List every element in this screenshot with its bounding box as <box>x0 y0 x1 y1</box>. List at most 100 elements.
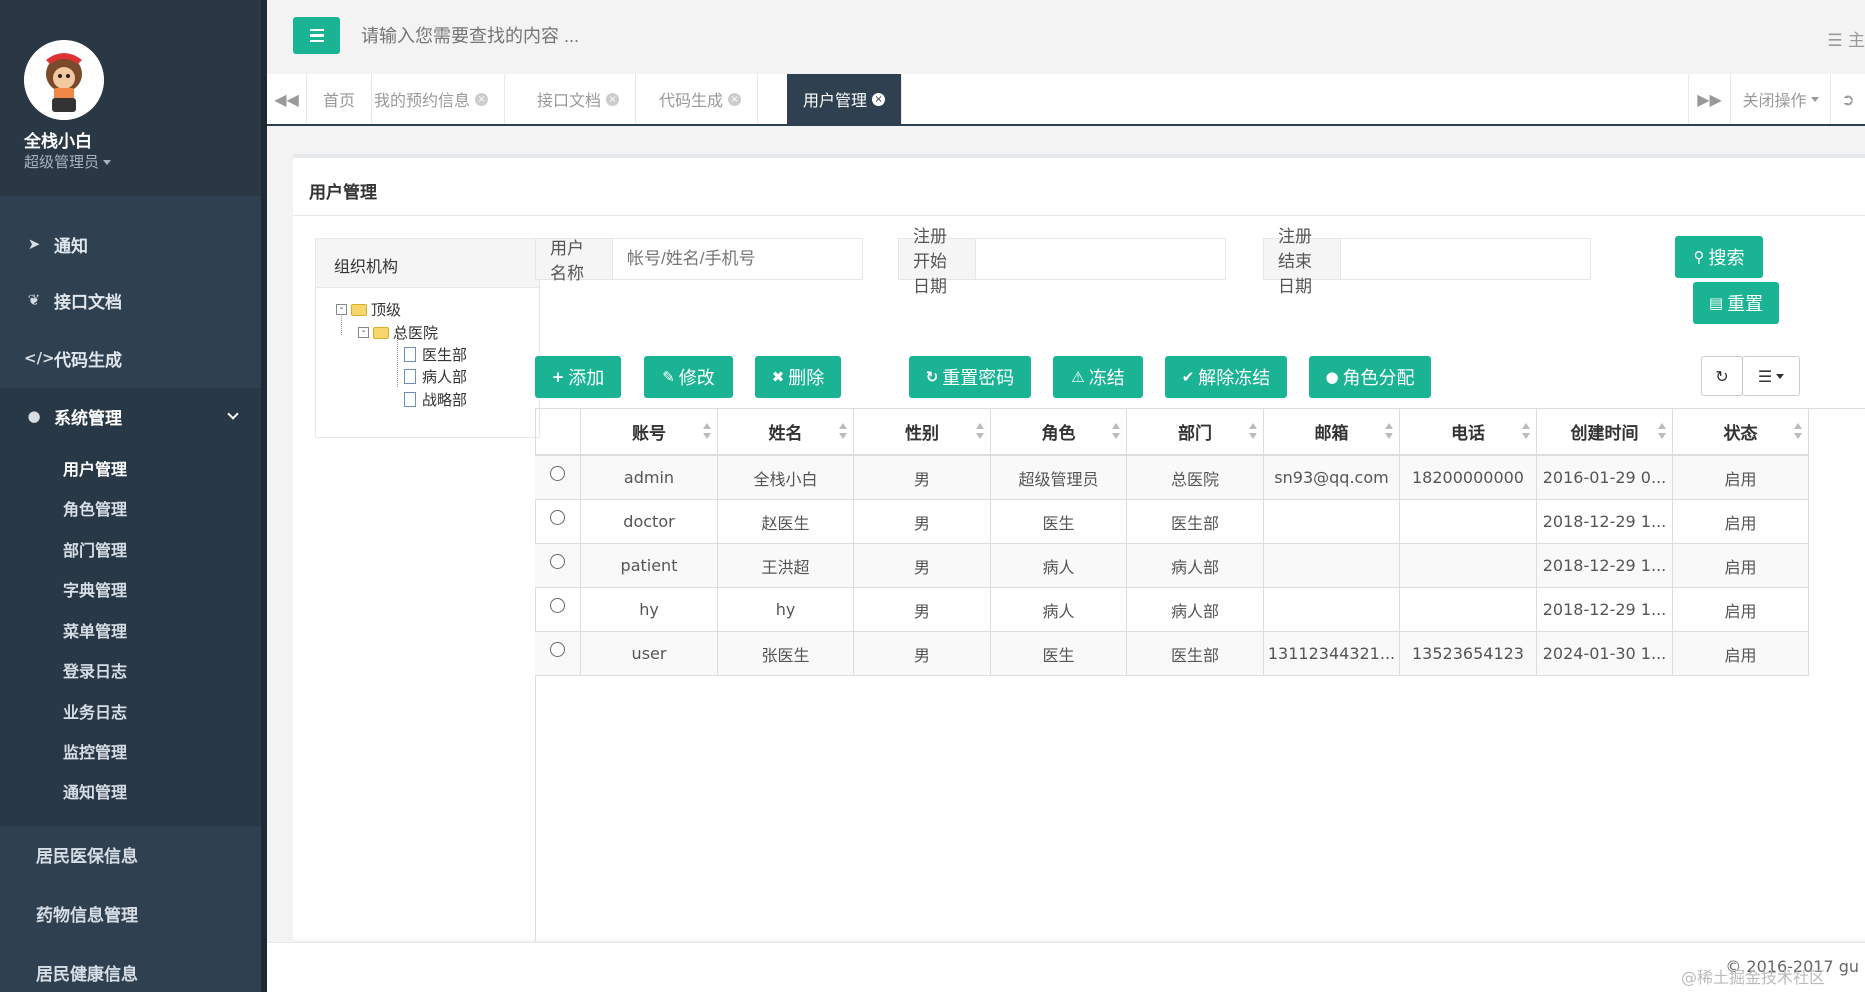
table-header-role[interactable]: 角色 <box>991 408 1127 456</box>
table-cell <box>1264 544 1400 588</box>
subnav-business-log[interactable]: 业务日志 <box>63 699 127 723</box>
table-header-name[interactable]: 姓名 <box>718 408 854 456</box>
row-radio[interactable] <box>550 598 565 613</box>
table-cell: 病人 <box>991 544 1127 588</box>
monkey-avatar-icon <box>24 40 104 120</box>
subnav-role-mgmt[interactable]: 角色管理 <box>63 496 127 520</box>
end-date-filter: 注册结束日期 <box>1263 227 1591 297</box>
table-cell <box>1400 500 1537 544</box>
row-select-cell <box>535 544 581 588</box>
table-cell: 2018-12-29 1... <box>1537 544 1673 588</box>
sort-icon <box>1249 423 1257 441</box>
tab-api-docs[interactable]: 接口文档 × <box>521 74 637 124</box>
tab-user-mgmt[interactable]: 用户管理 × <box>787 74 903 124</box>
columns-toggle-button[interactable]: ☰ <box>1742 356 1800 396</box>
delete-button[interactable]: ✖ 删除 <box>755 356 841 398</box>
edit-label: 修改 <box>678 368 715 389</box>
edit-button[interactable]: ✎ 修改 <box>644 356 733 398</box>
tab-scroll-right-button[interactable]: ▶▶ <box>1688 74 1730 124</box>
sort-icon <box>1385 423 1393 441</box>
nav-item-label: 系统管理 <box>54 408 122 429</box>
username-input[interactable] <box>613 239 862 279</box>
top-right-menu[interactable]: ☰ 主 <box>1827 26 1865 51</box>
table-header-dept[interactable]: 部门 <box>1127 408 1264 456</box>
tab-my-appointments[interactable]: 我的预约信息 × <box>358 74 506 124</box>
top-search-input[interactable] <box>361 26 961 47</box>
subnav-dept-mgmt[interactable]: 部门管理 <box>63 537 127 561</box>
nav-item-health-info[interactable]: 居民健康信息 <box>36 960 138 985</box>
nav-item-system[interactable]: ● 系统管理 <box>0 388 261 444</box>
user-lock-icon: ● <box>1325 368 1339 386</box>
close-icon[interactable]: × <box>872 92 886 106</box>
tab-code-gen[interactable]: 代码生成 × <box>643 74 759 124</box>
table-cell: 男 <box>854 456 991 500</box>
row-radio[interactable] <box>550 466 565 481</box>
table-cell: 13112344321... <box>1264 632 1400 676</box>
refresh-table-button[interactable]: ↻ <box>1701 356 1743 396</box>
assign-role-button[interactable]: ● 角色分配 <box>1309 356 1431 398</box>
logout-button[interactable]: ➲ <box>1830 74 1865 124</box>
table-cell: doctor <box>581 500 718 544</box>
menu-toggle-button[interactable] <box>293 17 340 54</box>
table-header-created[interactable]: 创建时间 <box>1537 408 1673 456</box>
nav-item-medical-insurance[interactable]: 居民医保信息 <box>36 842 138 867</box>
close-icon[interactable]: × <box>475 92 489 106</box>
row-radio[interactable] <box>550 554 565 569</box>
folder-open-icon <box>351 303 367 316</box>
close-icon[interactable]: × <box>728 92 742 106</box>
nav-item-api-docs[interactable]: ❦ 接口文档 <box>0 272 261 328</box>
table-header-email[interactable]: 邮箱 <box>1264 408 1400 456</box>
nav-item-code-gen[interactable]: </> 代码生成 <box>0 330 261 386</box>
close-icon[interactable]: × <box>606 92 620 106</box>
subnav-user-mgmt[interactable]: 用户管理 <box>63 456 127 480</box>
start-date-input[interactable] <box>976 239 1225 279</box>
collapse-icon[interactable]: - <box>358 327 369 338</box>
end-date-input[interactable] <box>1341 239 1590 279</box>
table-header-status[interactable]: 状态 <box>1673 408 1809 456</box>
profile-role-dropdown[interactable]: 超级管理员 <box>24 151 112 172</box>
reset-password-button[interactable]: ↻ 重置密码 <box>909 356 1031 398</box>
close-operations-dropdown[interactable]: 关闭操作 <box>1730 74 1830 124</box>
forward-icon: ▶▶ <box>1697 89 1722 109</box>
plus-icon: + <box>551 368 565 386</box>
sign-out-icon: ➲ <box>1841 89 1855 109</box>
row-radio[interactable] <box>550 510 565 525</box>
table-header-gender[interactable]: 性别 <box>854 408 991 456</box>
table-cell: sn93@qq.com <box>1264 456 1400 500</box>
username-label: 用户名称 <box>536 239 613 284</box>
row-radio[interactable] <box>550 642 565 657</box>
table-header-phone[interactable]: 电话 <box>1400 408 1537 456</box>
tree-node-patient-dept[interactable]: 病人部 <box>404 366 467 387</box>
subnav-monitor-mgmt[interactable]: 监控管理 <box>63 739 127 763</box>
table-header-account[interactable]: 账号 <box>581 408 718 456</box>
search-button[interactable]: ⚲ 搜索 <box>1675 236 1763 278</box>
tree-node-root[interactable]: - 顶级 <box>336 299 401 320</box>
table-cell: 医生 <box>991 500 1127 544</box>
hamburger-icon-bar <box>309 34 324 37</box>
table-cell: 2016-01-29 0... <box>1537 456 1673 500</box>
tab-scroll-left-button[interactable]: ◀◀ <box>267 74 307 124</box>
subnav-menu-mgmt[interactable]: 菜单管理 <box>63 618 127 642</box>
tree-node-doctor-dept[interactable]: 医生部 <box>404 344 467 365</box>
add-button[interactable]: + 添加 <box>535 356 621 398</box>
warning-icon: ⚠ <box>1071 368 1085 386</box>
subnav-login-log[interactable]: 登录日志 <box>63 658 127 682</box>
table-cell: 王洪超 <box>718 544 854 588</box>
tab-label: 接口文档 <box>537 91 602 110</box>
table-cell: 2024-01-30 1... <box>1537 632 1673 676</box>
collapse-icon[interactable]: - <box>336 304 347 315</box>
unfreeze-button[interactable]: ✔ 解除冻结 <box>1165 356 1287 398</box>
freeze-button[interactable]: ⚠ 冻结 <box>1053 356 1143 398</box>
table-cell <box>1264 588 1400 632</box>
tree-node-strategy-dept[interactable]: 战略部 <box>404 389 467 410</box>
table-cell: 超级管理员 <box>991 456 1127 500</box>
nav-item-notice[interactable]: ➤ 通知 <box>0 216 261 272</box>
check-circle-icon: ✔ <box>1181 368 1195 386</box>
tree-node-hospital[interactable]: - 总医院 <box>358 322 438 343</box>
nav-item-drug-info[interactable]: 药物信息管理 <box>36 901 138 926</box>
search-button-label: 搜索 <box>1708 248 1745 269</box>
avatar[interactable] <box>24 40 104 120</box>
subnav-dict-mgmt[interactable]: 字典管理 <box>63 577 127 601</box>
subnav-notice-mgmt[interactable]: 通知管理 <box>63 779 127 803</box>
reset-button[interactable]: ▤ 重置 <box>1693 282 1779 324</box>
